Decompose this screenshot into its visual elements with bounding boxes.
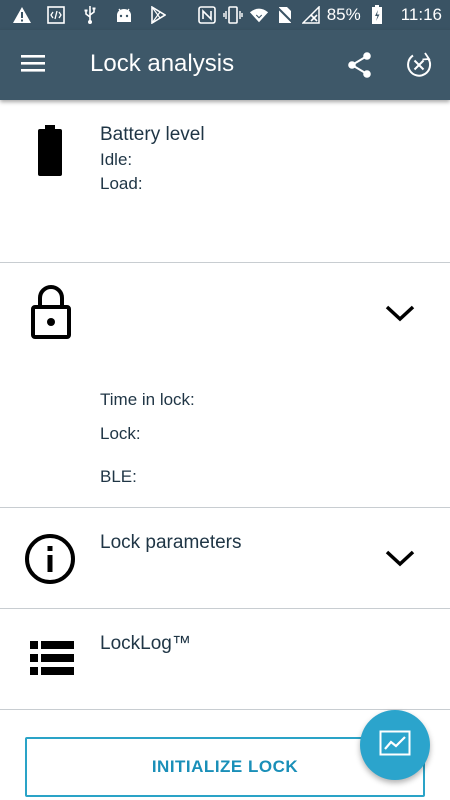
battery-icon <box>36 125 64 182</box>
no-sim-icon <box>275 5 295 25</box>
battery-percent: 85% <box>326 5 361 24</box>
battery-idle-label: Idle: <box>100 150 133 169</box>
code-icon <box>46 5 66 25</box>
parameters-expand-chevron-icon[interactable] <box>384 548 416 568</box>
wifi-icon <box>249 5 269 25</box>
page-title: Lock analysis <box>90 50 235 77</box>
android-icon <box>114 5 134 25</box>
close-circle-icon[interactable] <box>405 51 433 79</box>
battery-charging-icon <box>367 5 387 25</box>
lock-parameters-section[interactable]: Lock parameters <box>0 508 450 609</box>
lock-expand-chevron-icon[interactable] <box>384 303 416 323</box>
battery-heading: Battery level <box>100 124 205 145</box>
ble-label: BLE: <box>100 467 137 486</box>
battery-section: Battery level Idle: Load: <box>0 100 450 263</box>
status-bar: 85% 11:16 <box>0 0 450 30</box>
warning-icon <box>12 5 32 25</box>
locklog-heading: LockLog™ <box>100 633 191 654</box>
lock-label: Lock: <box>100 424 141 443</box>
hamburger-menu-icon[interactable] <box>20 52 50 78</box>
padlock-icon <box>30 285 72 344</box>
time-in-lock-label: Time in lock: <box>100 390 195 409</box>
chart-icon <box>379 730 411 761</box>
lock-section: Time in lock: Lock: BLE: <box>0 263 450 508</box>
status-notification-icons <box>0 5 168 25</box>
list-icon <box>30 641 74 682</box>
status-system-icons: 85% 11:16 <box>197 0 442 30</box>
vibrate-icon <box>222 5 243 25</box>
chart-fab-button[interactable] <box>360 710 430 780</box>
signal-off-icon <box>301 5 321 25</box>
share-icon[interactable] <box>346 51 374 79</box>
nfc-icon <box>197 5 217 25</box>
battery-load-label: Load: <box>100 174 143 193</box>
play-store-icon <box>148 5 168 25</box>
info-icon <box>24 533 76 590</box>
app-bar: Lock analysis <box>0 30 450 100</box>
locklog-section[interactable]: LockLog™ <box>0 609 450 710</box>
lock-parameters-heading: Lock parameters <box>100 532 242 553</box>
clock: 11:16 <box>400 5 442 24</box>
usb-icon <box>80 5 100 25</box>
